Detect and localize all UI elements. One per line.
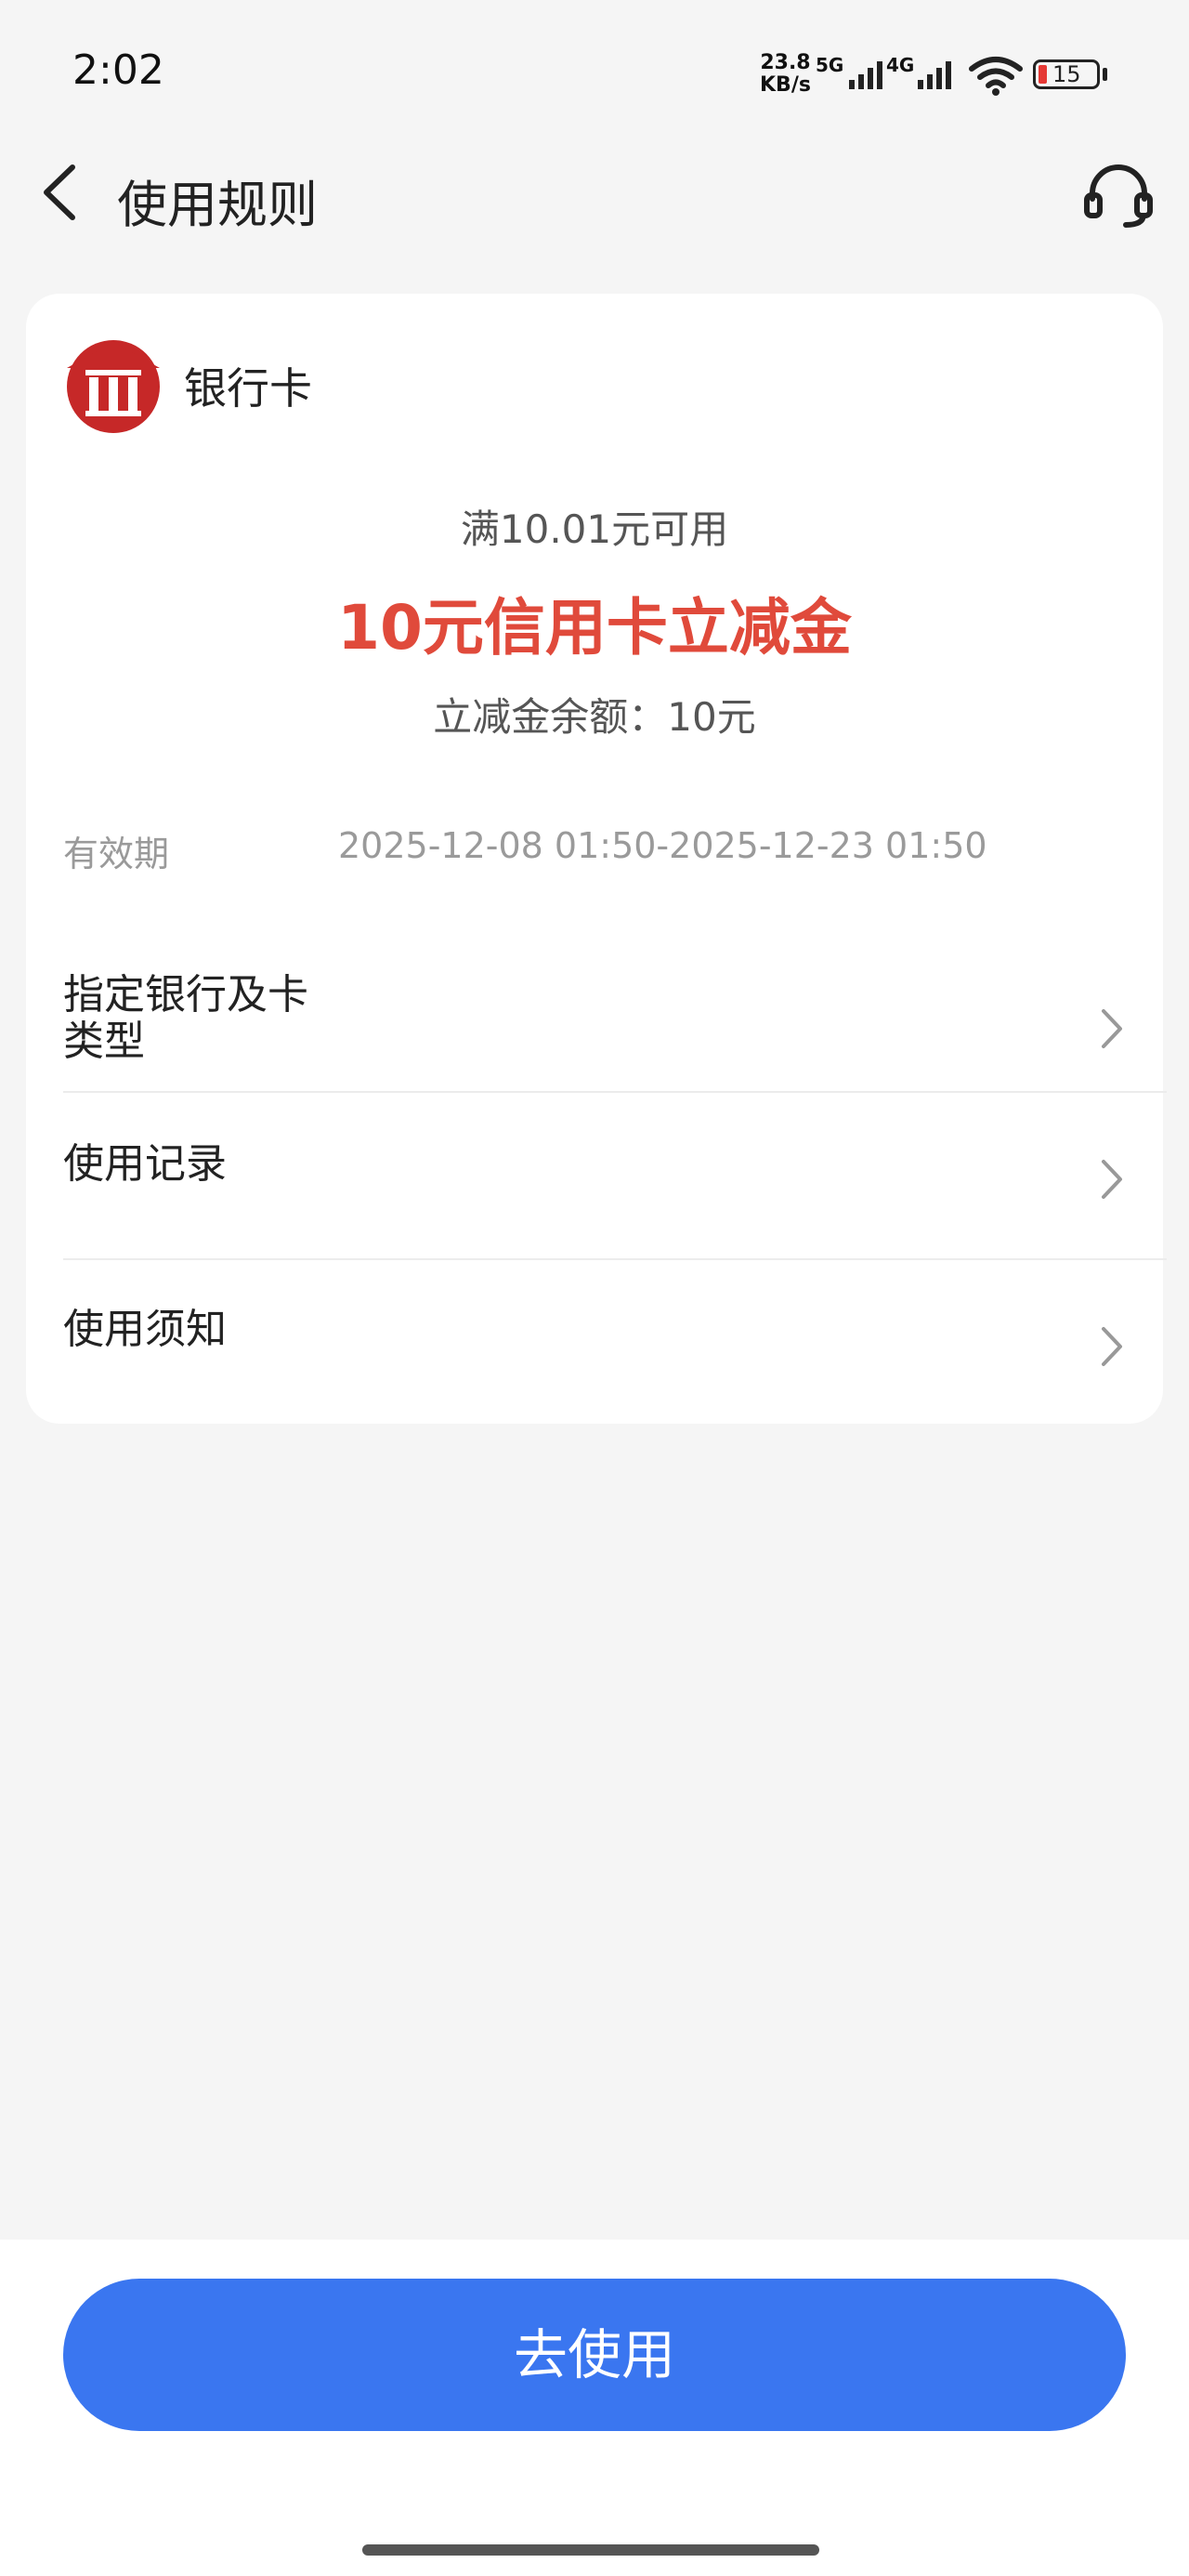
bank-name: 银行卡 [184, 363, 312, 414]
menu-item-label: 使用记录 [63, 1140, 227, 1188]
battery-tip [1103, 68, 1107, 81]
network-speed: 23.8 KB/s [760, 52, 811, 97]
coupon-card: 银行卡 满10.01元可用 10元信用卡立减金 立减金余额：10元 有效期 20… [26, 294, 1167, 1424]
battery-percent: 15 [1052, 61, 1081, 87]
chevron-left-icon[interactable] [33, 160, 89, 225]
menu-item-designated-banks[interactable]: 指定银行及卡 类型 [63, 972, 1126, 1084]
status-bar: 2:02 23.8 KB/s 5G 4G 15 [0, 0, 1189, 149]
bottom-action-bar: 去使用 [0, 2240, 1189, 2576]
network-speed-unit: KB/s [760, 73, 811, 97]
bank-logo-icon [67, 340, 160, 433]
network-speed-value: 23.8 [760, 51, 811, 74]
menu-item-usage-records[interactable]: 使用记录 [63, 1137, 1126, 1212]
go-use-button[interactable]: 去使用 [63, 2279, 1126, 2431]
validity-value: 2025-12-08 01:50-2025-12-23 01:50 [338, 825, 987, 866]
battery-icon: 15 [1033, 59, 1100, 89]
page-title: 使用规则 [117, 176, 318, 234]
chevron-right-icon [1102, 1327, 1122, 1366]
coupon-title: 10元信用卡立减金 [337, 592, 852, 664]
validity-label: 有效期 [63, 834, 170, 874]
home-indicator[interactable] [362, 2544, 819, 2556]
page: 2:02 23.8 KB/s 5G 4G 15 使用规则 银行卡 满10.01元… [0, 0, 1189, 2576]
menu-item-label: 指定银行及卡 类型 [63, 972, 308, 1065]
divider [63, 1091, 1167, 1093]
battery-level-fill [1039, 65, 1047, 84]
divider [63, 1258, 1167, 1260]
chevron-right-icon [1102, 1009, 1122, 1048]
menu-item-label: 使用须知 [63, 1306, 227, 1353]
signal-bars-icon [918, 61, 951, 89]
status-time: 2:02 [72, 46, 164, 94]
menu-item-usage-notes[interactable]: 使用须知 [63, 1305, 1126, 1379]
coupon-threshold: 满10.01元可用 [460, 506, 729, 552]
headset-icon[interactable] [1081, 160, 1156, 230]
menu-item-label-line2: 类型 [63, 1018, 145, 1065]
wifi-icon [969, 57, 1023, 96]
coupon-balance: 立减金余额：10元 [433, 694, 756, 740]
menu-item-label-line1: 指定银行及卡 [63, 971, 308, 1019]
chevron-right-icon [1102, 1160, 1122, 1199]
